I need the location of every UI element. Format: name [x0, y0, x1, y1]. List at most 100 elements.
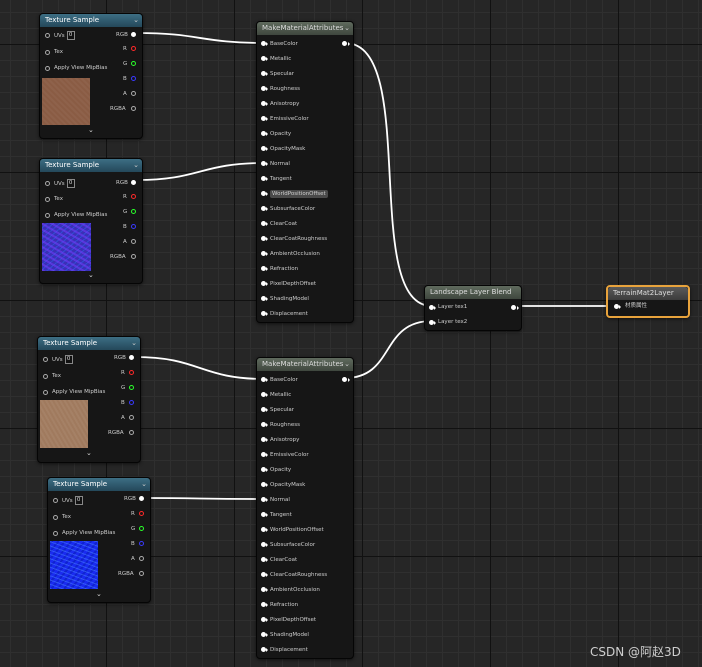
mipbias-pin[interactable]	[45, 213, 50, 218]
watermark: CSDN @阿赵3D	[590, 645, 681, 659]
b-label: B	[123, 224, 127, 230]
chevron-down-icon[interactable]: ⌄	[344, 358, 350, 371]
tex-pin[interactable]	[45, 50, 50, 55]
arrow-icon	[266, 602, 268, 607]
tex-pin[interactable]	[45, 197, 50, 202]
arrow-icon	[266, 41, 268, 46]
rgba-output-pin[interactable]	[131, 106, 136, 111]
texture-sample-node-4[interactable]: Texture Sample ⌄ UVs 0 Tex Apply View MipB…	[47, 477, 151, 603]
rgb-output-pin[interactable]	[129, 355, 134, 360]
tex-pin[interactable]	[53, 515, 58, 520]
texture-sample-node-2[interactable]: Texture Sample ⌄ UVs 0 Tex Apply View MipB…	[39, 158, 143, 284]
chevron-down-icon[interactable]: ⌄	[131, 337, 137, 350]
node-header[interactable]: Texture Sample ⌄	[48, 478, 150, 491]
uvs-pin[interactable]	[53, 498, 58, 503]
node-header[interactable]: Landscape Layer Blend	[425, 286, 521, 299]
pin-anisotropy-label: Anisotropy	[270, 437, 300, 443]
chevron-down-icon[interactable]: ⌄	[133, 159, 139, 172]
pin-subsurfacecolor-label: SubsurfaceColor	[270, 206, 316, 212]
arrow-icon	[434, 320, 436, 325]
pin-tangent-label: Tangent	[270, 176, 292, 182]
chevron-down-icon[interactable]: ⌄	[133, 14, 139, 27]
mipbias-pin[interactable]	[43, 390, 48, 395]
g-output-pin[interactable]	[129, 385, 134, 390]
r-label: R	[131, 511, 135, 517]
pin-emissivecolor-label: EmissiveColor	[270, 452, 309, 458]
make-material-attributes-node-1[interactable]: MakeMaterialAttributes ⌄ BaseColor Metalli…	[256, 21, 354, 323]
g-output-pin[interactable]	[131, 209, 136, 214]
chevron-down-icon[interactable]: ⌄	[88, 126, 94, 134]
rgba-output-pin[interactable]	[139, 571, 144, 576]
a-output-pin[interactable]	[131, 239, 136, 244]
b-output-pin[interactable]	[131, 76, 136, 81]
g-label: G	[131, 526, 136, 532]
a-output-pin[interactable]	[139, 556, 144, 561]
arrow-icon	[266, 311, 268, 316]
pin-subsurfacecolor-label: SubsurfaceColor	[270, 542, 316, 548]
uv-index-input[interactable]: 0	[64, 355, 73, 364]
arrow-icon	[266, 146, 268, 151]
mipbias-pin[interactable]	[53, 531, 58, 536]
pin-opacity-label: Opacity	[270, 131, 292, 137]
material-attributes-output-pin[interactable]	[342, 41, 347, 46]
landscape-layer-blend-node[interactable]: Landscape Layer Blend Layer tex1 Layer t…	[424, 285, 522, 331]
chevron-down-icon[interactable]: ⌄	[96, 590, 102, 598]
arrow-icon	[266, 482, 268, 487]
pin-displacement-label: Displacement	[270, 311, 308, 317]
chevron-down-icon[interactable]: ⌄	[141, 478, 147, 491]
arrow-icon	[266, 407, 268, 412]
node-header[interactable]: Texture Sample ⌄	[40, 159, 142, 172]
rgb-output-pin[interactable]	[131, 180, 136, 185]
texture-sample-node-3[interactable]: Texture Sample ⌄ UVs 0 Tex Apply View MipB…	[37, 336, 141, 463]
b-output-pin[interactable]	[129, 400, 134, 405]
make-material-attributes-node-2[interactable]: MakeMaterialAttributes ⌄ BaseColor Metalli…	[256, 357, 354, 659]
pin-shadingmodel-label: ShadingModel	[270, 632, 309, 638]
rgba-output-pin[interactable]	[131, 254, 136, 259]
tex-pin[interactable]	[43, 374, 48, 379]
uv-index-input[interactable]: 0	[66, 179, 75, 188]
r-output-pin[interactable]	[129, 370, 134, 375]
arrow-icon	[266, 176, 268, 181]
pin-normal-label: Normal	[270, 497, 290, 503]
rgba-output-pin[interactable]	[129, 430, 134, 435]
uvs-pin[interactable]	[43, 357, 48, 362]
chevron-down-icon[interactable]: ⌄	[344, 22, 350, 35]
uvs-pin[interactable]	[45, 33, 50, 38]
node-header[interactable]: TerrainMat2Layer	[608, 287, 688, 300]
a-output-pin[interactable]	[131, 91, 136, 96]
rgb-output-pin[interactable]	[131, 32, 136, 37]
terrain-material-output-node[interactable]: TerrainMat2Layer 材质属性	[606, 285, 690, 318]
node-header[interactable]: Texture Sample ⌄	[40, 14, 142, 27]
texture-thumbnail	[42, 78, 90, 125]
uvs-text: UVs	[54, 33, 65, 39]
a-output-pin[interactable]	[129, 415, 134, 420]
uvs-pin[interactable]	[45, 181, 50, 186]
b-output-pin[interactable]	[131, 224, 136, 229]
texture-sample-node-1[interactable]: Texture Sample ⌄ UVs 0 Tex Apply View MipB…	[39, 13, 143, 139]
uv-index-input[interactable]: 0	[74, 496, 83, 505]
node-header[interactable]: MakeMaterialAttributes ⌄	[257, 22, 353, 35]
material-attributes-output-pin[interactable]	[342, 377, 347, 382]
node-title: TerrainMat2Layer	[613, 289, 674, 297]
pin-opacity-label: Opacity	[270, 467, 292, 473]
r-output-pin[interactable]	[139, 511, 144, 516]
node-header[interactable]: Texture Sample ⌄	[38, 337, 140, 350]
chevron-down-icon[interactable]: ⌄	[86, 449, 92, 457]
rgba-label: RGBA	[110, 106, 126, 112]
node-header[interactable]: MakeMaterialAttributes ⌄	[257, 358, 353, 371]
g-output-pin[interactable]	[139, 526, 144, 531]
g-label: G	[123, 61, 128, 67]
b-output-pin[interactable]	[139, 541, 144, 546]
mipbias-pin[interactable]	[45, 66, 50, 71]
node-title: Landscape Layer Blend	[430, 288, 512, 296]
r-output-pin[interactable]	[131, 194, 136, 199]
g-output-pin[interactable]	[131, 61, 136, 66]
r-output-pin[interactable]	[131, 46, 136, 51]
uvs-text: UVs	[52, 357, 63, 363]
uv-index-input[interactable]: 0	[66, 31, 75, 40]
rgb-label: RGB	[116, 32, 128, 38]
pin-metallic-label: Metallic	[270, 392, 292, 398]
rgb-output-pin[interactable]	[139, 496, 144, 501]
output-pin[interactable]	[511, 305, 516, 310]
chevron-down-icon[interactable]: ⌄	[88, 271, 94, 279]
